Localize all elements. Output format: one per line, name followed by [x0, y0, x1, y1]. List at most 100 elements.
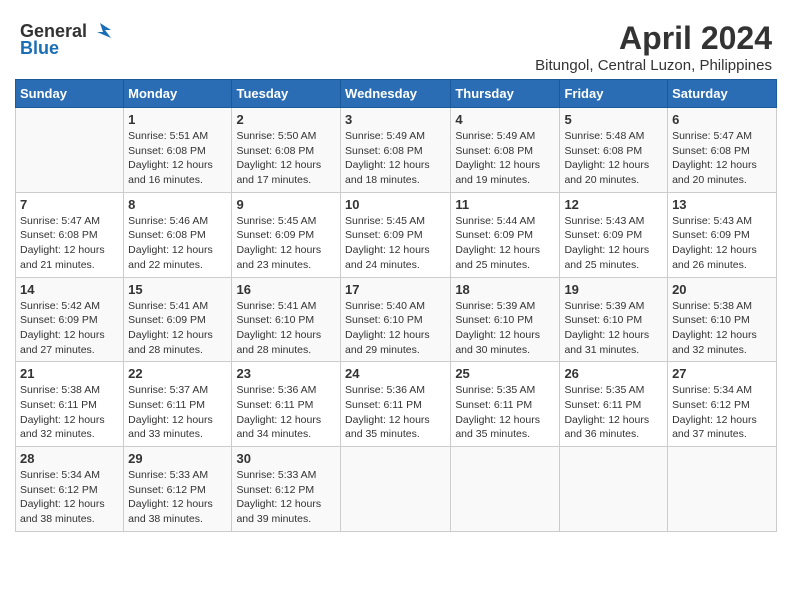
day-number: 9	[236, 197, 336, 212]
day-number: 2	[236, 112, 336, 127]
day-number: 16	[236, 282, 336, 297]
calendar-cell: 18 Sunrise: 5:39 AM Sunset: 6:10 PM Dayli…	[451, 277, 560, 362]
calendar-cell: 12 Sunrise: 5:43 AM Sunset: 6:09 PM Dayli…	[560, 192, 668, 277]
day-info: Sunrise: 5:38 AM Sunset: 6:11 PM Dayligh…	[20, 383, 119, 442]
day-number: 25	[455, 366, 555, 381]
day-number: 1	[128, 112, 227, 127]
day-info: Sunrise: 5:40 AM Sunset: 6:10 PM Dayligh…	[345, 299, 446, 358]
calendar-week-row: 28 Sunrise: 5:34 AM Sunset: 6:12 PM Dayli…	[16, 447, 777, 532]
day-number: 28	[20, 451, 119, 466]
calendar-subtitle: Bitungol, Central Luzon, Philippines	[535, 57, 772, 74]
day-number: 7	[20, 197, 119, 212]
day-header-tuesday: Tuesday	[232, 80, 341, 108]
calendar-cell: 10Sunrise: 5:45 AM Sunset: 6:09 PM Dayli…	[341, 192, 451, 277]
day-info: Sunrise: 5:43 AM Sunset: 6:09 PM Dayligh…	[564, 214, 663, 273]
day-info: Sunrise: 5:46 AM Sunset: 6:08 PM Dayligh…	[128, 214, 227, 273]
calendar-cell: 25 Sunrise: 5:35 AM Sunset: 6:11 PM Dayli…	[451, 362, 560, 447]
calendar-table: SundayMondayTuesdayWednesdayThursdayFrid…	[15, 79, 777, 532]
calendar-cell: 4Sunrise: 5:49 AM Sunset: 6:08 PM Daylig…	[451, 108, 560, 193]
calendar-cell: 8 Sunrise: 5:46 AM Sunset: 6:08 PM Daylig…	[124, 192, 232, 277]
calendar-cell: 21 Sunrise: 5:38 AM Sunset: 6:11 PM Dayli…	[16, 362, 124, 447]
calendar-cell: 11 Sunrise: 5:44 AM Sunset: 6:09 PM Dayli…	[451, 192, 560, 277]
calendar-cell: 7 Sunrise: 5:47 AM Sunset: 6:08 PM Daylig…	[16, 192, 124, 277]
calendar-cell: 19 Sunrise: 5:39 AM Sunset: 6:10 PM Dayli…	[560, 277, 668, 362]
calendar-title: April 2024	[535, 20, 772, 57]
day-number: 30	[236, 451, 336, 466]
day-number: 12	[564, 197, 663, 212]
day-info: Sunrise: 5:41 AM Sunset: 6:09 PM Dayligh…	[128, 299, 227, 358]
logo-blue-text: Blue	[20, 38, 59, 59]
day-number: 17	[345, 282, 446, 297]
day-number: 29	[128, 451, 227, 466]
calendar-week-row: 14Sunrise: 5:42 AM Sunset: 6:09 PM Dayli…	[16, 277, 777, 362]
day-info: Sunrise: 5:36 AM Sunset: 6:11 PM Dayligh…	[345, 383, 446, 442]
day-info: Sunrise: 5:44 AM Sunset: 6:09 PM Dayligh…	[455, 214, 555, 273]
day-info: Sunrise: 5:48 AM Sunset: 6:08 PM Dayligh…	[564, 129, 663, 188]
day-info: Sunrise: 5:36 AM Sunset: 6:11 PM Dayligh…	[236, 383, 336, 442]
calendar-cell: 16 Sunrise: 5:41 AM Sunset: 6:10 PM Dayli…	[232, 277, 341, 362]
day-info: Sunrise: 5:34 AM Sunset: 6:12 PM Dayligh…	[672, 383, 772, 442]
calendar-cell: 20Sunrise: 5:38 AM Sunset: 6:10 PM Dayli…	[668, 277, 777, 362]
day-info: Sunrise: 5:39 AM Sunset: 6:10 PM Dayligh…	[455, 299, 555, 358]
day-header-saturday: Saturday	[668, 80, 777, 108]
day-number: 23	[236, 366, 336, 381]
calendar-cell	[341, 447, 451, 532]
calendar-week-row: 21 Sunrise: 5:38 AM Sunset: 6:11 PM Dayli…	[16, 362, 777, 447]
day-info: Sunrise: 5:47 AM Sunset: 6:08 PM Dayligh…	[20, 214, 119, 273]
day-info: Sunrise: 5:35 AM Sunset: 6:11 PM Dayligh…	[564, 383, 663, 442]
calendar-cell	[668, 447, 777, 532]
day-number: 21	[20, 366, 119, 381]
header: General Blue April 2024 Bitungol, Centra…	[10, 10, 782, 79]
day-number: 4	[455, 112, 555, 127]
day-info: Sunrise: 5:39 AM Sunset: 6:10 PM Dayligh…	[564, 299, 663, 358]
day-number: 11	[455, 197, 555, 212]
calendar-cell: 30Sunrise: 5:33 AM Sunset: 6:12 PM Dayli…	[232, 447, 341, 532]
calendar-cell: 3 Sunrise: 5:49 AM Sunset: 6:08 PM Daylig…	[341, 108, 451, 193]
day-header-monday: Monday	[124, 80, 232, 108]
day-number: 18	[455, 282, 555, 297]
day-number: 20	[672, 282, 772, 297]
calendar-wrapper: SundayMondayTuesdayWednesdayThursdayFrid…	[10, 79, 782, 537]
calendar-cell: 9Sunrise: 5:45 AM Sunset: 6:09 PM Daylig…	[232, 192, 341, 277]
day-info: Sunrise: 5:41 AM Sunset: 6:10 PM Dayligh…	[236, 299, 336, 358]
calendar-cell: 1Sunrise: 5:51 AM Sunset: 6:08 PM Daylig…	[124, 108, 232, 193]
day-number: 19	[564, 282, 663, 297]
calendar-cell: 24 Sunrise: 5:36 AM Sunset: 6:11 PM Dayli…	[341, 362, 451, 447]
day-info: Sunrise: 5:35 AM Sunset: 6:11 PM Dayligh…	[455, 383, 555, 442]
day-number: 6	[672, 112, 772, 127]
day-info: Sunrise: 5:42 AM Sunset: 6:09 PM Dayligh…	[20, 299, 119, 358]
day-info: Sunrise: 5:43 AM Sunset: 6:09 PM Dayligh…	[672, 214, 772, 273]
calendar-cell: 22Sunrise: 5:37 AM Sunset: 6:11 PM Dayli…	[124, 362, 232, 447]
calendar-cell: 5 Sunrise: 5:48 AM Sunset: 6:08 PM Daylig…	[560, 108, 668, 193]
calendar-week-row: 1Sunrise: 5:51 AM Sunset: 6:08 PM Daylig…	[16, 108, 777, 193]
calendar-cell	[451, 447, 560, 532]
day-info: Sunrise: 5:37 AM Sunset: 6:11 PM Dayligh…	[128, 383, 227, 442]
calendar-cell: 23 Sunrise: 5:36 AM Sunset: 6:11 PM Dayli…	[232, 362, 341, 447]
calendar-cell: 27 Sunrise: 5:34 AM Sunset: 6:12 PM Dayli…	[668, 362, 777, 447]
calendar-cell: 6 Sunrise: 5:47 AM Sunset: 6:08 PM Daylig…	[668, 108, 777, 193]
day-header-sunday: Sunday	[16, 80, 124, 108]
day-number: 8	[128, 197, 227, 212]
calendar-week-row: 7 Sunrise: 5:47 AM Sunset: 6:08 PM Daylig…	[16, 192, 777, 277]
day-number: 26	[564, 366, 663, 381]
day-header-wednesday: Wednesday	[341, 80, 451, 108]
calendar-cell: 28 Sunrise: 5:34 AM Sunset: 6:12 PM Dayli…	[16, 447, 124, 532]
day-info: Sunrise: 5:50 AM Sunset: 6:08 PM Dayligh…	[236, 129, 336, 188]
day-number: 27	[672, 366, 772, 381]
day-number: 10	[345, 197, 446, 212]
day-info: Sunrise: 5:47 AM Sunset: 6:08 PM Dayligh…	[672, 129, 772, 188]
day-number: 5	[564, 112, 663, 127]
day-header-thursday: Thursday	[451, 80, 560, 108]
calendar-cell: 15 Sunrise: 5:41 AM Sunset: 6:09 PM Dayli…	[124, 277, 232, 362]
calendar-cell	[560, 447, 668, 532]
calendar-cell: 14Sunrise: 5:42 AM Sunset: 6:09 PM Dayli…	[16, 277, 124, 362]
calendar-cell: 13Sunrise: 5:43 AM Sunset: 6:09 PM Dayli…	[668, 192, 777, 277]
day-info: Sunrise: 5:49 AM Sunset: 6:08 PM Dayligh…	[345, 129, 446, 188]
logo: General Blue	[20, 20, 111, 59]
day-number: 24	[345, 366, 446, 381]
day-number: 3	[345, 112, 446, 127]
day-info: Sunrise: 5:34 AM Sunset: 6:12 PM Dayligh…	[20, 468, 119, 527]
calendar-cell: 26 Sunrise: 5:35 AM Sunset: 6:11 PM Dayli…	[560, 362, 668, 447]
calendar-cell: 2 Sunrise: 5:50 AM Sunset: 6:08 PM Daylig…	[232, 108, 341, 193]
day-number: 15	[128, 282, 227, 297]
